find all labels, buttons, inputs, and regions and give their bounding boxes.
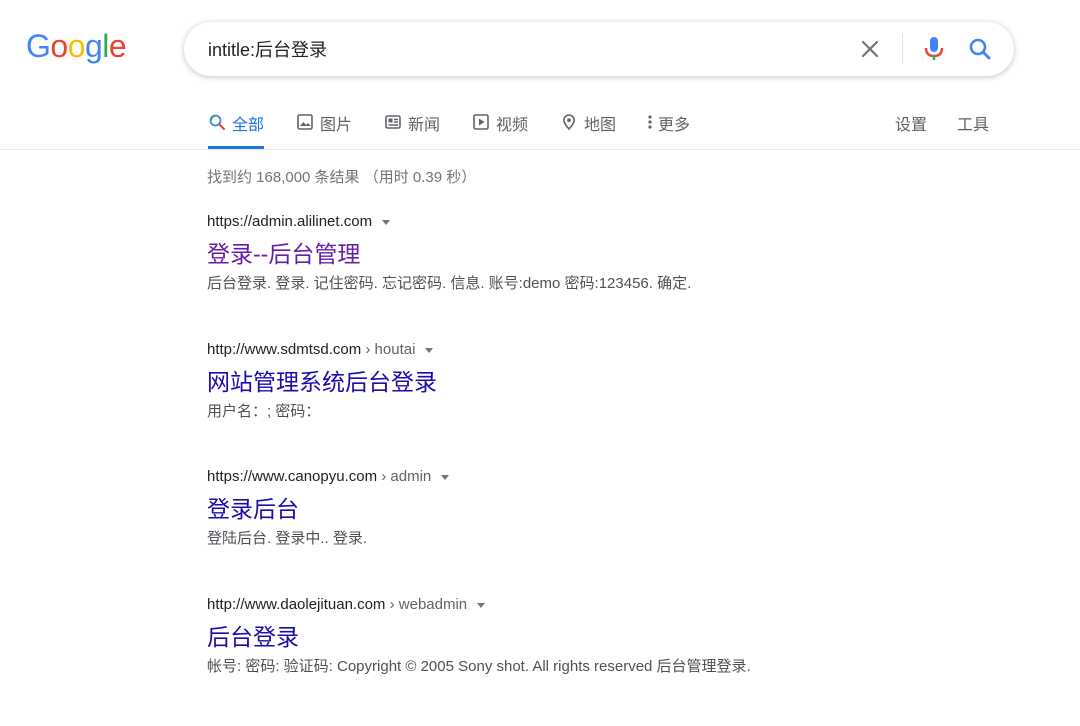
- result-url-crumb: › admin: [377, 468, 432, 485]
- clear-search-button[interactable]: [856, 35, 884, 63]
- tab-label: 更多: [658, 117, 691, 134]
- logo-letter: l: [102, 28, 109, 64]
- tab-label: 全部: [232, 117, 265, 134]
- map-pin-icon: [560, 113, 578, 131]
- settings-link[interactable]: 设置: [895, 111, 927, 149]
- voice-search-button[interactable]: [919, 34, 949, 64]
- tab-label: 图片: [320, 117, 353, 134]
- result-title-link[interactable]: 登录后台: [207, 494, 299, 524]
- result-snippet: 帐号: 密码: 验证码: Copyright © 2005 Sony shot.…: [207, 658, 751, 675]
- search-icon: [208, 113, 226, 131]
- more-vert-icon: [646, 113, 654, 131]
- result-url-crumb: › houtai: [361, 341, 416, 358]
- search-box-divider: [902, 34, 903, 64]
- tab-videos[interactable]: 视频: [472, 111, 528, 149]
- search-result: https://admin.alilinet.com 登录--后台管理 后台登录…: [207, 211, 907, 295]
- settings-label: 设置: [895, 117, 928, 134]
- result-title-link[interactable]: 后台登录: [207, 622, 299, 652]
- result-url-crumb: › webadmin: [385, 596, 468, 613]
- result-url[interactable]: https://admin.alilinet.com: [207, 211, 907, 233]
- search-box: [184, 22, 1014, 76]
- search-input[interactable]: [208, 22, 828, 76]
- tab-all[interactable]: 全部: [208, 111, 265, 149]
- logo-letter: e: [108, 28, 127, 64]
- close-icon: [861, 40, 879, 58]
- tab-label: 新闻: [408, 117, 441, 134]
- tab-label: 地图: [584, 117, 617, 134]
- result-url-host: http://www.daolejituan.com: [207, 596, 386, 613]
- google-logo[interactable]: Google: [26, 28, 127, 64]
- search-result: http://www.daolejituan.com › webadmin 后台…: [207, 594, 907, 678]
- result-stats: 找到约 168,000 条结果 （用时 0.39 秒）: [207, 169, 477, 186]
- microphone-icon: [924, 37, 944, 60]
- result-url[interactable]: http://www.sdmtsd.com › houtai: [207, 339, 907, 361]
- chevron-down-icon[interactable]: [477, 602, 486, 608]
- tab-maps[interactable]: 地图: [560, 111, 616, 149]
- news-icon: [384, 113, 402, 131]
- search-submit-button[interactable]: [965, 34, 995, 64]
- result-url-host: https://admin.alilinet.com: [207, 213, 373, 230]
- tools-link[interactable]: 工具: [957, 111, 989, 149]
- logo-letter: o: [67, 28, 86, 64]
- tab-news[interactable]: 新闻: [384, 111, 440, 149]
- result-snippet: 用户名：; 密码：: [207, 403, 321, 420]
- result-url-host: http://www.sdmtsd.com: [207, 341, 362, 358]
- result-url[interactable]: http://www.daolejituan.com › webadmin: [207, 594, 907, 616]
- result-snippet: 登陆后台. 登录中.. 登录.: [207, 530, 368, 547]
- result-url-host: https://www.canopyu.com: [207, 468, 378, 485]
- chevron-down-icon[interactable]: [425, 347, 434, 353]
- result-snippet: 后台登录. 登录. 记住密码. 忘记密码. 信息. 账号:demo 密码:123…: [207, 275, 692, 292]
- chevron-down-icon[interactable]: [441, 474, 450, 480]
- search-tabs: 全部 图片 新闻 视频 地图 更多 设置 工具: [208, 111, 1008, 151]
- logo-letter: G: [26, 28, 51, 64]
- video-icon: [472, 113, 490, 131]
- result-url[interactable]: https://www.canopyu.com › admin: [207, 466, 907, 488]
- chevron-down-icon[interactable]: [382, 219, 391, 225]
- logo-letter: g: [84, 28, 103, 64]
- result-title-link[interactable]: 登录--后台管理: [207, 239, 360, 269]
- search-icon: [969, 38, 991, 60]
- search-result: https://www.canopyu.com › admin 登录后台 登陆后…: [207, 466, 907, 550]
- tools-label: 工具: [957, 117, 990, 134]
- tab-more[interactable]: 更多: [646, 111, 690, 149]
- tabs-divider: [0, 149, 1080, 150]
- search-result: http://www.sdmtsd.com › houtai 网站管理系统后台登…: [207, 339, 907, 423]
- image-icon: [296, 113, 314, 131]
- tab-images[interactable]: 图片: [296, 111, 352, 149]
- logo-letter: o: [50, 28, 68, 64]
- tab-label: 视频: [496, 117, 529, 134]
- result-title-link[interactable]: 网站管理系统后台登录: [207, 367, 437, 397]
